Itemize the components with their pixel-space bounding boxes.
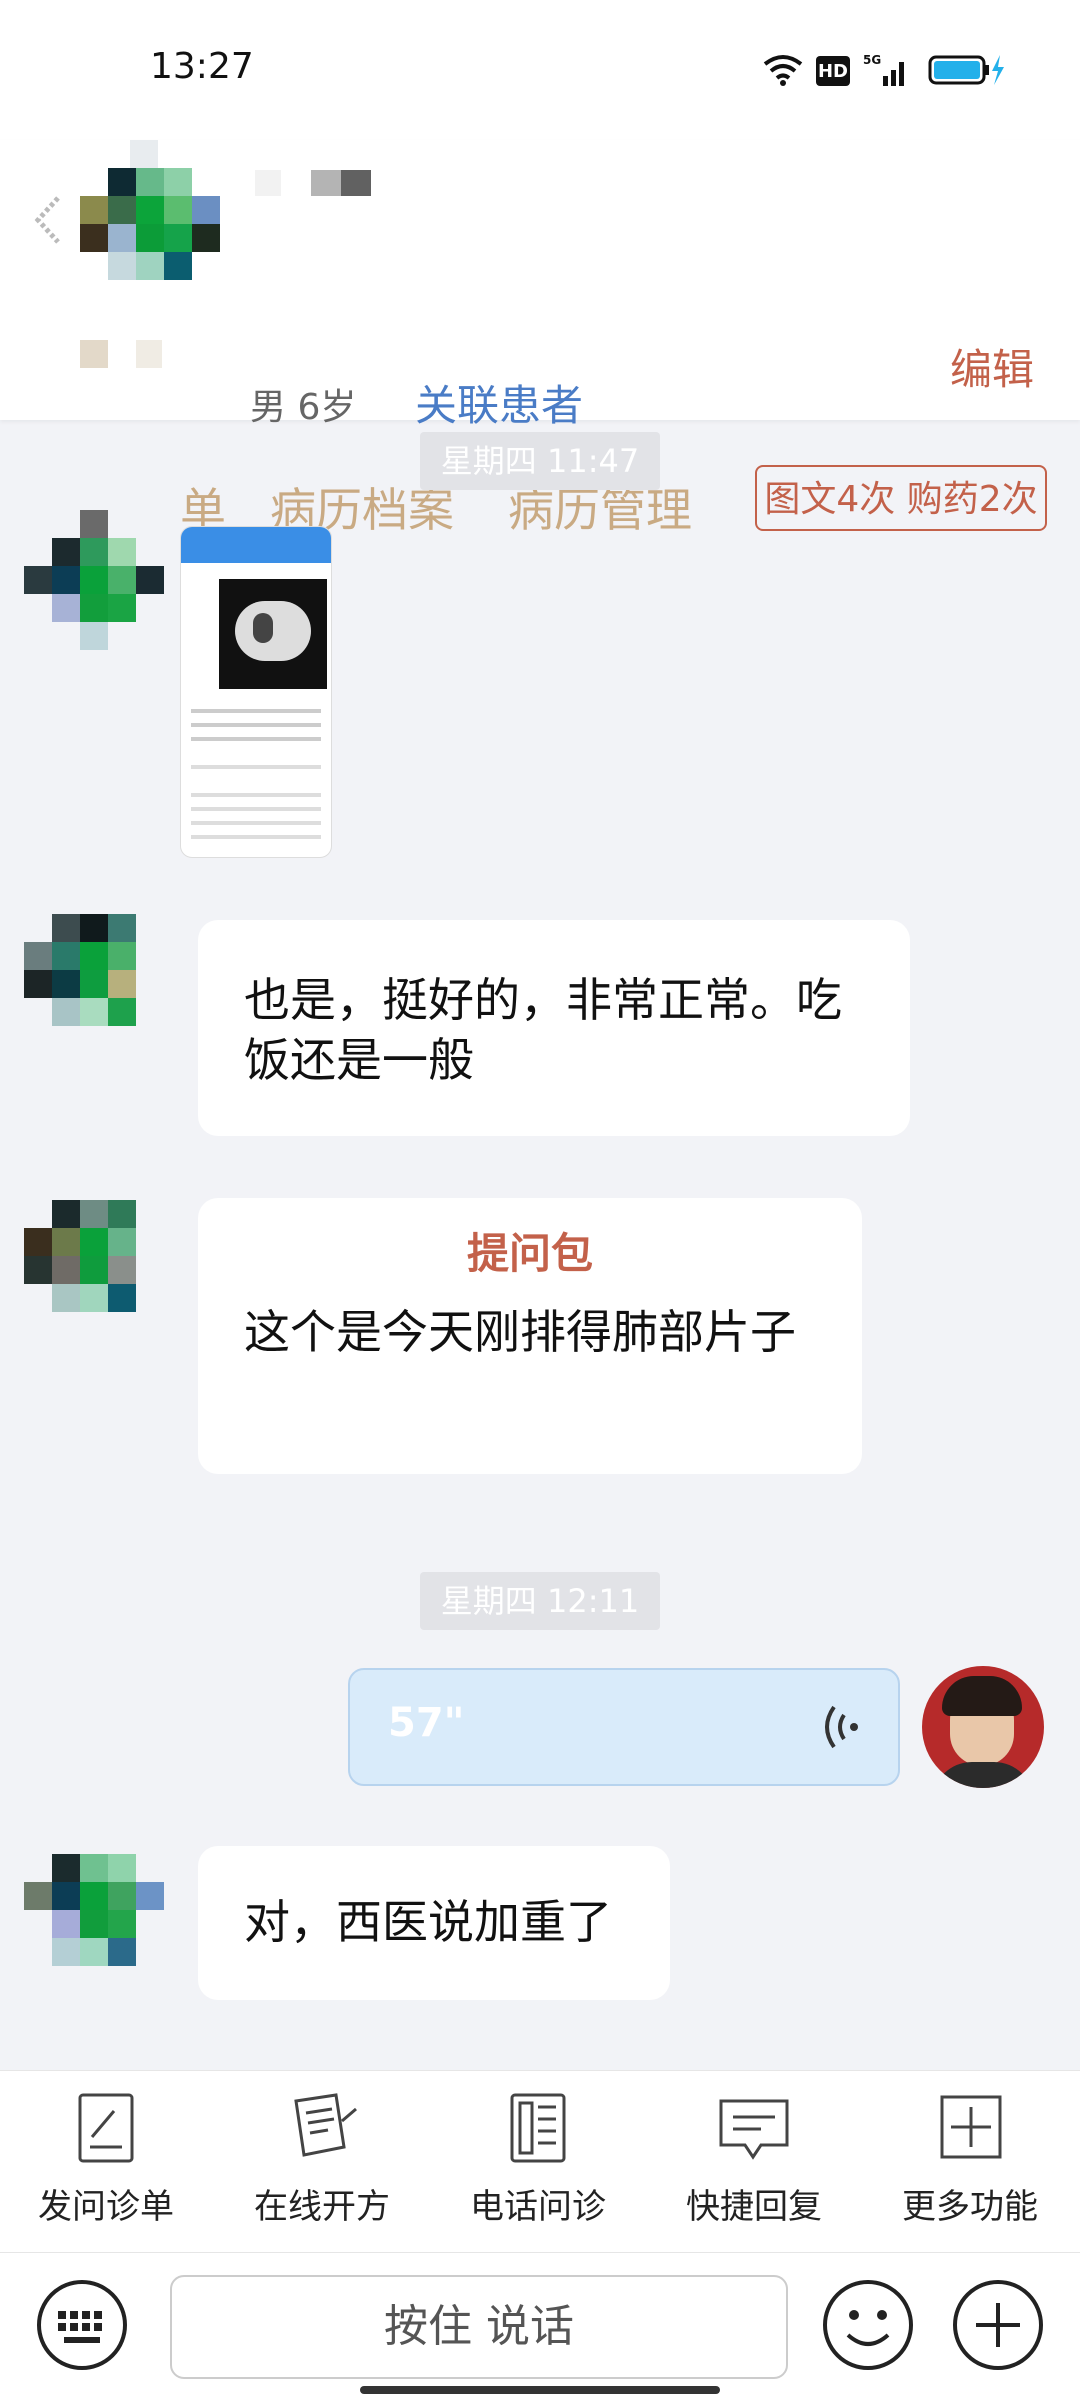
message-text: 对，西医说加重了 <box>244 1895 612 1949</box>
voice-message-bubble[interactable]: 57" <box>348 1668 900 1786</box>
emoji-icon[interactable] <box>820 2277 916 2373</box>
message-bubble[interactable]: 对，西医说加重了 <box>198 1846 670 2000</box>
message-text: 也是，挺好的，非常正常。吃饭还是一般 <box>244 973 842 1087</box>
timestamp: 星期四 12:11 <box>420 1572 660 1630</box>
avatar[interactable] <box>24 1854 164 1994</box>
patient-name-blurred <box>255 170 375 200</box>
hold-to-talk-button[interactable]: 按住 说话 <box>170 2275 788 2379</box>
online-prescription-button[interactable]: 在线开方 <box>222 2091 422 2228</box>
message-bubble[interactable]: 也是，挺好的，非常正常。吃饭还是一般 <box>198 920 910 1136</box>
home-indicator[interactable] <box>360 2386 720 2394</box>
svg-text:5G: 5G <box>863 53 881 67</box>
avatar[interactable] <box>24 1200 164 1340</box>
prescription-icon <box>294 2093 357 2157</box>
status-bar: 13:27 HD 5G <box>0 0 1080 140</box>
send-inquiry-form-button[interactable]: 发问诊单 <box>6 2091 206 2228</box>
phone-icon <box>510 2093 566 2163</box>
wifi-icon <box>760 50 806 90</box>
action-toolbar: 发问诊单 在线开方 电话问诊 快捷回复 更多功能 <box>0 2070 1080 2253</box>
timestamp: 星期四 11:47 <box>420 432 660 490</box>
phone-consult-button[interactable]: 电话问诊 <box>438 2091 638 2228</box>
link-patient-button[interactable]: 关联患者 <box>415 372 583 433</box>
question-pack-title: 提问包 <box>466 1229 593 1278</box>
tool-label: 电话问诊 <box>470 2187 606 2227</box>
tool-label: 更多功能 <box>902 2187 1038 2227</box>
chat-header: 男 6岁 关联患者 编辑 单 病历档案 病历管理 图文4次 购药2次 <box>0 140 1080 537</box>
question-pack-bubble[interactable]: 提问包 这个是今天刚排得肺部片子 <box>198 1198 862 1474</box>
tab-icon-blurred <box>80 340 162 390</box>
tool-label: 在线开方 <box>254 2187 390 2227</box>
message-text: 这个是今天刚排得肺部片子 <box>244 1305 796 1359</box>
avatar[interactable] <box>24 914 164 1054</box>
input-bar: 按住 说话 <box>0 2252 1080 2401</box>
patient-gender-age: 男 6岁 <box>250 387 357 428</box>
plus-icon[interactable] <box>950 2277 1046 2373</box>
hd-icon: HD <box>816 56 850 86</box>
doctor-avatar[interactable] <box>922 1666 1044 1788</box>
service-quota-badge[interactable]: 图文4次 购药2次 <box>755 465 1047 531</box>
image-message-thumbnail[interactable] <box>180 526 332 858</box>
edit-button[interactable]: 编辑 <box>950 336 1034 397</box>
status-time: 13:27 <box>150 46 254 87</box>
avatar[interactable] <box>24 510 164 650</box>
quick-reply-icon <box>719 2099 789 2160</box>
voice-duration: 57" <box>388 1700 465 1746</box>
more-icon <box>940 2095 1002 2159</box>
inquiry-form-icon <box>78 2093 134 2163</box>
tool-label: 发问诊单 <box>38 2187 174 2227</box>
more-functions-button[interactable]: 更多功能 <box>870 2091 1070 2228</box>
quick-reply-button[interactable]: 快捷回复 <box>654 2091 854 2228</box>
patient-avatar[interactable] <box>80 140 224 284</box>
tool-label: 快捷回复 <box>686 2187 822 2227</box>
back-icon[interactable] <box>30 190 66 250</box>
signal-icon: 5G <box>862 50 910 90</box>
battery-charging-icon <box>928 50 1008 90</box>
keyboard-icon[interactable] <box>34 2277 130 2373</box>
voice-wave-icon <box>820 1702 864 1752</box>
